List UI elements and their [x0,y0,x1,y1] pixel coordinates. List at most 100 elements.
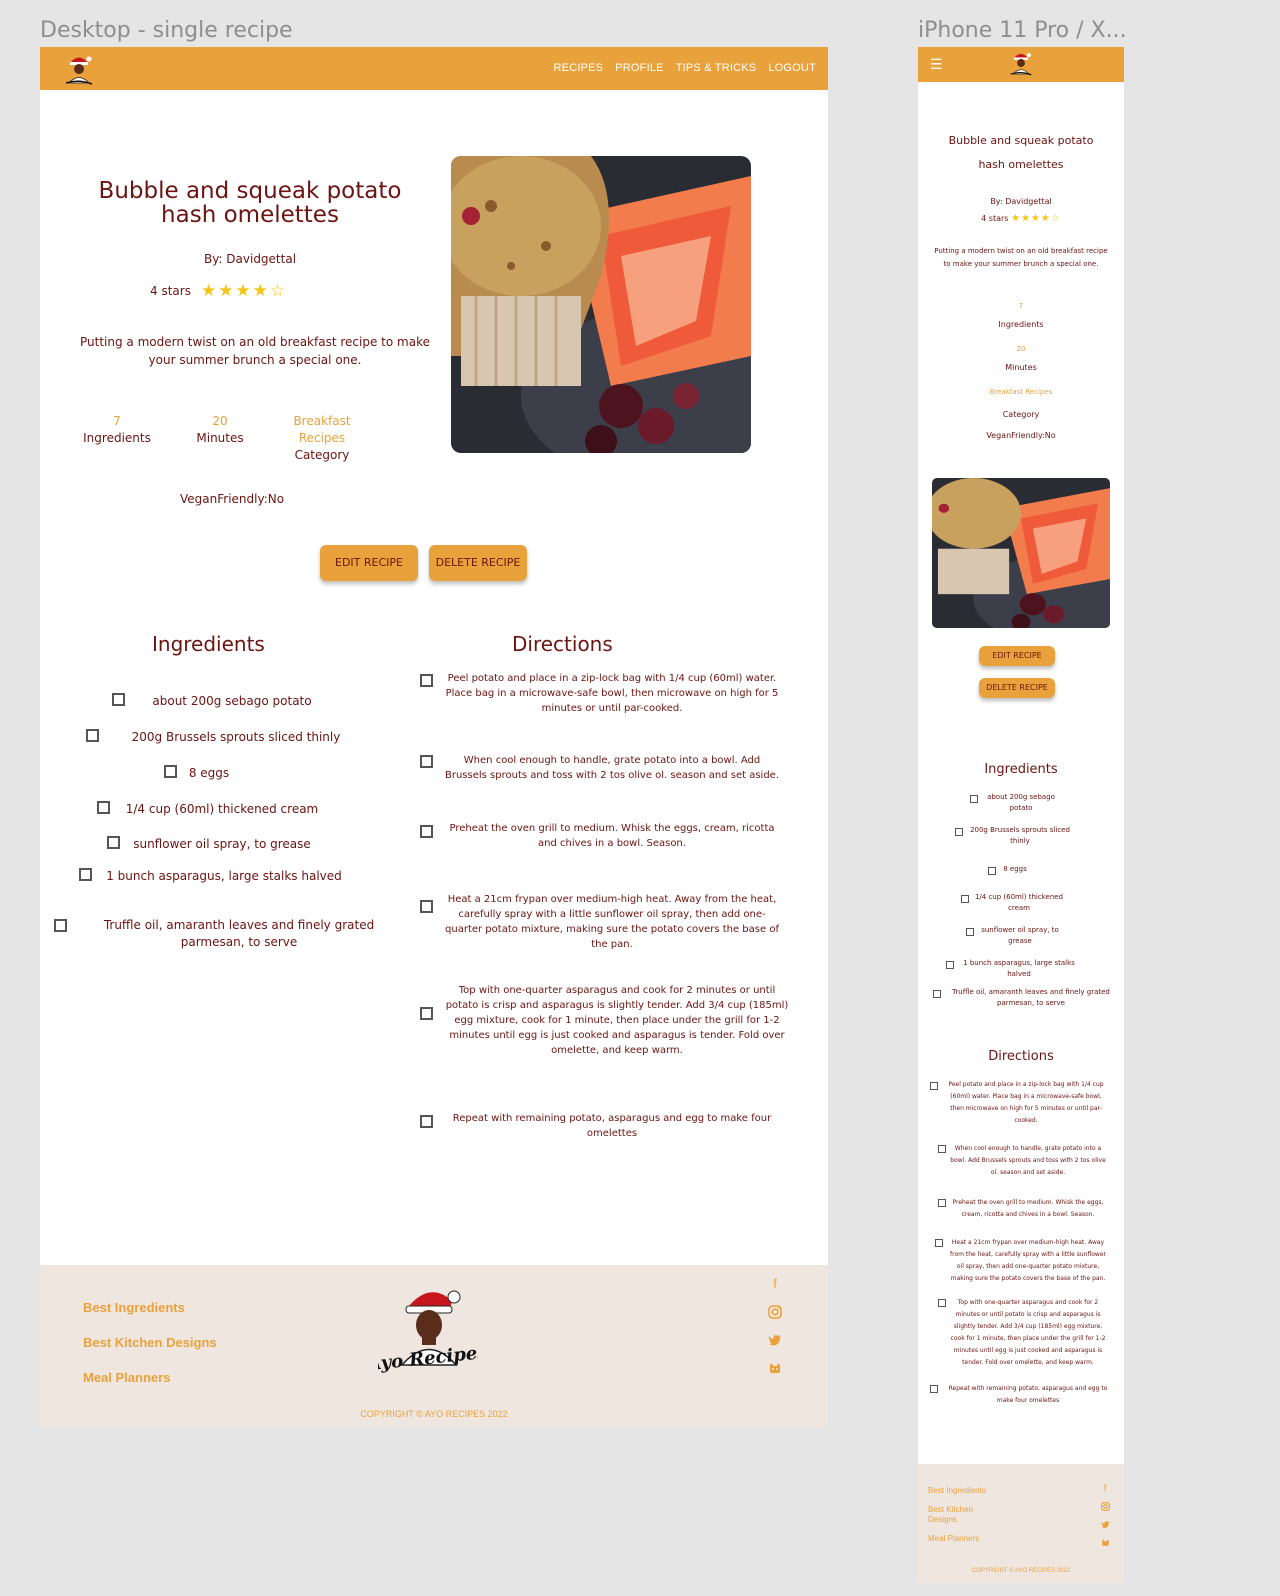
direction-checkbox[interactable] [930,1385,938,1393]
edit-recipe-button[interactable]: EDIT RECIPE [320,545,418,581]
direction-step: Preheat the oven grill to medium. Whisk … [449,823,775,849]
vegan-friendly: VeganFriendly:No [986,431,1056,440]
ingredient-item: Truffle oil, amaranth leaves and finely … [103,918,375,949]
direction-checkbox[interactable] [420,900,433,913]
instagram-icon[interactable] [768,1305,782,1319]
stat-minutes: 20 Minutes [190,413,250,447]
chef-logo-icon: Ayo Recipes [364,1290,488,1376]
direction-checkbox[interactable] [420,755,433,768]
footer-link-meal-planners[interactable]: Meal Planners [928,1534,979,1544]
minutes-count: 20 [212,414,228,428]
recipe-description: Putting a modern twist on an old breakfa… [934,247,1108,268]
direction-checkbox[interactable] [938,1145,946,1153]
facebook-icon[interactable]: f [768,1277,782,1291]
desktop-frame: RECIPES PROFILE TIPS & TRICKS LOGOUT Bub… [40,47,828,1427]
navbar: RECIPES PROFILE TIPS & TRICKS LOGOUT [40,47,828,90]
ingredient-checkbox[interactable] [86,729,99,742]
mobile-frame: ☰ Bubble and squeak potato hash omelette… [918,47,1124,1583]
ingredient-checkbox[interactable] [107,836,120,849]
direction-step: Heat a 21cm frypan over medium-high heat… [445,894,779,950]
nav-profile[interactable]: PROFILE [615,62,663,74]
nav-recipes[interactable]: RECIPES [554,62,604,74]
facebook-icon[interactable]: f [1100,1483,1110,1493]
mobile-footer: Best Ingredients Best Kitchen Designs Me… [918,1464,1124,1583]
twitter-icon[interactable] [768,1333,782,1347]
logo[interactable] [1006,48,1036,78]
minutes-count: 20 [1016,345,1026,353]
github-icon[interactable] [768,1361,782,1375]
footer-link-best-kitchen-designs[interactable]: Best Kitchen Designs [928,1505,988,1525]
footer-link-best-ingredients[interactable]: Best Ingredients [83,1300,185,1315]
logo[interactable] [60,50,98,88]
vegan-friendly: VeganFriendly:No [180,492,285,506]
ingredient-checkbox[interactable] [961,895,969,903]
direction-checkbox[interactable] [420,1115,433,1128]
direction-checkbox[interactable] [938,1199,946,1207]
ingredient-checkbox[interactable] [54,919,67,932]
footer-link-best-ingredients[interactable]: Best Ingredients [928,1486,986,1496]
direction-checkbox[interactable] [420,674,433,687]
direction-step: Peel potato and place in a zip-lock bag … [445,673,779,714]
ingredients-heading: Ingredients [152,632,265,656]
minutes-label: Minutes [1005,363,1037,372]
ingredient-checkbox[interactable] [955,828,963,836]
edit-recipe-button[interactable]: EDIT RECIPE [979,646,1055,666]
ingredient-item: Truffle oil, amaranth leaves and finely … [952,988,1110,1007]
nav-logout[interactable]: LOGOUT [768,62,816,74]
footer-link-best-kitchen-designs[interactable]: Best Kitchen Designs [83,1335,217,1350]
mobile-navbar: ☰ [918,47,1124,82]
ingredients-heading: Ingredients [984,762,1058,777]
ingredient-checkbox[interactable] [966,928,974,936]
delete-recipe-button[interactable]: DELETE RECIPE [979,678,1055,698]
recipe-photo [932,478,1110,628]
direction-step: Heat a 21cm frypan over medium-high heat… [950,1239,1106,1282]
hamburger-icon[interactable]: ☰ [930,57,943,71]
direction-checkbox[interactable] [935,1239,943,1247]
ingredient-item: 1/4 cup (60ml) thickened cream [974,893,1064,912]
direction-checkbox[interactable] [420,1007,433,1020]
ingredient-checkbox[interactable] [112,693,125,706]
footer-logo[interactable]: Ayo Recipes [364,1279,488,1379]
direction-checkbox[interactable] [420,825,433,838]
stat-ingredients: 7 Ingredients [77,413,157,447]
direction-checkbox[interactable] [930,1082,938,1090]
ingredient-item: 8 eggs [188,766,230,780]
direction-step: When cool enough to handle, grate potato… [950,1145,1106,1176]
rating: 4 stars ★★★★☆ [150,281,287,301]
footer-brand-text: Ayo Recipes [378,1342,478,1376]
ingredient-item: 200g Brussels sprouts sliced thinly [970,826,1070,845]
twitter-icon[interactable] [1100,1518,1110,1528]
ingredient-item: about 200g sebago potato [152,694,312,708]
delete-recipe-button[interactable]: DELETE RECIPE [429,545,527,581]
ingredient-checkbox[interactable] [988,867,996,875]
ingredient-checkbox[interactable] [933,990,941,998]
ingredient-checkbox[interactable] [79,868,92,881]
direction-step: Repeat with remaining potato, asparagus … [948,1385,1108,1404]
instagram-icon[interactable] [1100,1500,1110,1511]
rating: 4 stars ★★★★☆ [918,213,1124,224]
ingredient-checkbox[interactable] [970,795,978,803]
chef-logo-icon [65,56,93,85]
copyright: COPYRIGHT © AYO RECIPES 2022 [971,1568,1071,1574]
ingredient-checkbox[interactable] [97,801,110,814]
direction-checkbox[interactable] [938,1299,946,1307]
github-icon[interactable] [1100,1536,1110,1546]
footer-link-meal-planners[interactable]: Meal Planners [83,1370,170,1385]
ingredients-count: 7 [113,414,121,428]
ingredient-checkbox[interactable] [164,765,177,778]
ingredient-checkbox[interactable] [946,961,954,969]
direction-step: When cool enough to handle, grate potato… [444,755,780,781]
category-value: Breakfast Recipes [293,414,351,445]
desktop-frame-label: Desktop - single recipe [40,18,293,43]
category-label: Category [294,448,350,462]
minutes-label: Minutes [196,431,244,445]
copyright: COPYRIGHT © AYO RECIPES 2022 [360,1409,508,1419]
ingredient-item: 200g Brussels sprouts sliced thinly [131,730,341,744]
recipe-title: Bubble and squeak potato hash omelettes [98,178,402,228]
recipe-author: By: Davidgettal [990,197,1052,206]
directions-heading: Directions [988,1049,1054,1064]
direction-step: Top with one-quarter asparagus and cook … [445,985,789,1056]
recipe-photo [451,156,751,453]
directions-heading: Directions [512,632,613,656]
nav-tips-tricks[interactable]: TIPS & TRICKS [676,62,757,74]
